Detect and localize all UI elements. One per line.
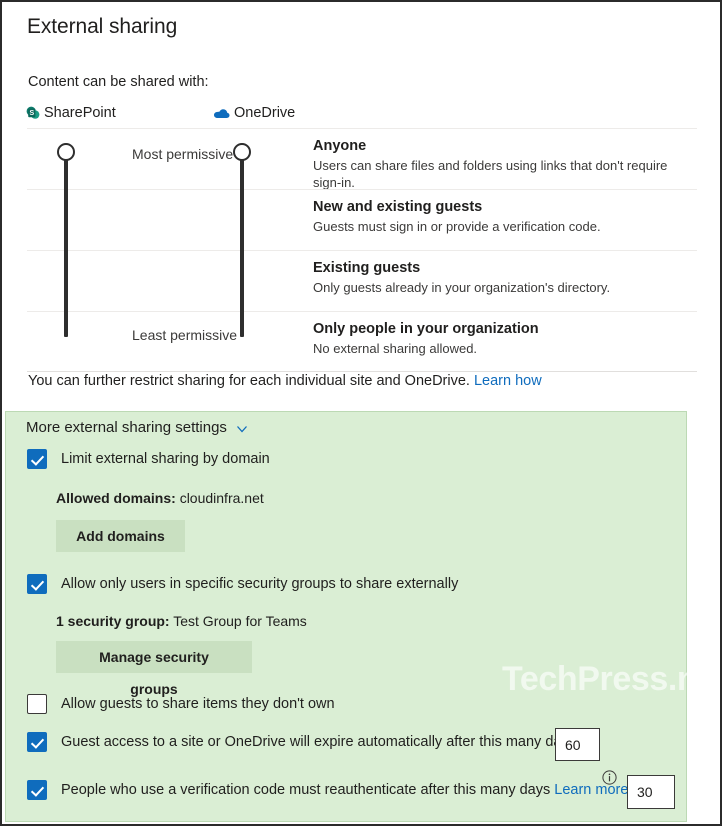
sharepoint-label: SharePoint [44, 105, 116, 121]
guests-share-unowned-label: Allow guests to share items they don't o… [61, 696, 335, 712]
option-title: Anyone [313, 138, 367, 154]
security-group-line: 1 security group: Test Group for Teams [56, 613, 307, 629]
guest-expiration-days-input[interactable] [555, 728, 600, 761]
option-description: Users can share files and folders using … [313, 158, 668, 190]
option-row: Existing guests Only guests already in y… [27, 250, 697, 311]
sharepoint-column-header: S SharePoint [26, 105, 116, 121]
onedrive-cloud-icon [213, 107, 230, 119]
option-row: Only people in your organization No exte… [27, 311, 697, 372]
add-domains-button[interactable]: Add domains [56, 520, 185, 552]
option-text: Only people in your organization No exte… [313, 320, 698, 357]
allowed-domains-value: cloudinfra.net [179, 490, 264, 506]
learn-how-link[interactable]: Learn how [474, 373, 542, 389]
verification-reauth-row[interactable]: People who use a verification code must … [27, 780, 628, 800]
onedrive-column-header: OneDrive [213, 105, 295, 121]
svg-text:S: S [29, 110, 34, 117]
external-sharing-page: External sharing Content can be shared w… [0, 0, 722, 826]
chevron-down-icon[interactable] [236, 422, 248, 434]
option-description: Only guests already in your organization… [313, 280, 611, 295]
least-permissive-label: Least permissive [132, 327, 238, 343]
slider-thumb[interactable] [57, 143, 75, 161]
option-row: New and existing guests Guests must sign… [27, 189, 697, 250]
guest-expiration-checkbox[interactable] [27, 732, 47, 752]
service-headers: S SharePoint OneDrive [26, 105, 326, 125]
guests-share-unowned-checkbox[interactable] [27, 694, 47, 714]
option-title: Only people in your organization [313, 321, 539, 337]
restrict-sharing-note: You can further restrict sharing for eac… [28, 373, 542, 389]
option-text: Anyone Users can share files and folders… [313, 137, 698, 191]
guest-expiration-row[interactable]: Guest access to a site or OneDrive will … [27, 732, 576, 752]
option-row: Anyone Users can share files and folders… [27, 128, 698, 191]
sharepoint-icon: S [26, 106, 40, 120]
restrict-sharing-text: You can further restrict sharing for eac… [28, 373, 470, 389]
more-settings-title: More external sharing settings [26, 419, 227, 436]
slider-track [64, 150, 68, 337]
info-icon[interactable] [602, 770, 617, 785]
option-text: New and existing guests Guests must sign… [313, 198, 698, 235]
security-group-value: Test Group for Teams [173, 613, 307, 629]
limit-domain-checkbox[interactable] [27, 449, 47, 469]
verification-reauth-text: People who use a verification code must … [61, 782, 551, 798]
verification-reauth-label: People who use a verification code must … [61, 782, 628, 798]
verification-reauth-checkbox[interactable] [27, 780, 47, 800]
security-groups-checkbox[interactable] [27, 574, 47, 594]
option-title: Existing guests [313, 260, 421, 276]
slider-thumb[interactable] [233, 143, 251, 161]
option-title: New and existing guests [313, 199, 483, 215]
security-groups-row[interactable]: Allow only users in specific security gr… [27, 574, 458, 594]
option-text: Existing guests Only guests already in y… [313, 259, 698, 296]
option-description: Guests must sign in or provide a verific… [313, 219, 601, 234]
onedrive-label: OneDrive [234, 105, 296, 121]
allowed-domains-line: Allowed domains: cloudinfra.net [56, 490, 264, 506]
onedrive-sharing-slider[interactable] [230, 128, 254, 343]
limit-external-sharing-by-domain-row[interactable]: Limit external sharing by domain [27, 449, 270, 469]
slider-track [240, 150, 244, 337]
security-group-count-label: 1 security group: [56, 613, 170, 629]
guests-share-unowned-row[interactable]: Allow guests to share items they don't o… [27, 694, 335, 714]
sharing-level-options: Most permissive Least permissive Anyone … [27, 128, 697, 372]
limit-domain-label: Limit external sharing by domain [61, 451, 270, 467]
sharepoint-sharing-slider[interactable] [54, 128, 78, 343]
allowed-domains-label: Allowed domains: [56, 490, 176, 506]
security-groups-label: Allow only users in specific security gr… [61, 576, 459, 592]
more-settings-header[interactable]: More external sharing settings [26, 419, 248, 436]
content-shared-with-label: Content can be shared with: [28, 74, 209, 90]
verification-reauth-days-input[interactable] [627, 775, 675, 809]
learn-more-link[interactable]: Learn more [554, 782, 628, 798]
most-permissive-label: Most permissive [132, 146, 234, 162]
guest-expiration-label: Guest access to a site or OneDrive will … [61, 734, 576, 750]
page-title: External sharing [27, 15, 178, 38]
option-description: No external sharing allowed. [313, 341, 478, 356]
manage-security-groups-button[interactable]: Manage security groups [56, 641, 252, 697]
